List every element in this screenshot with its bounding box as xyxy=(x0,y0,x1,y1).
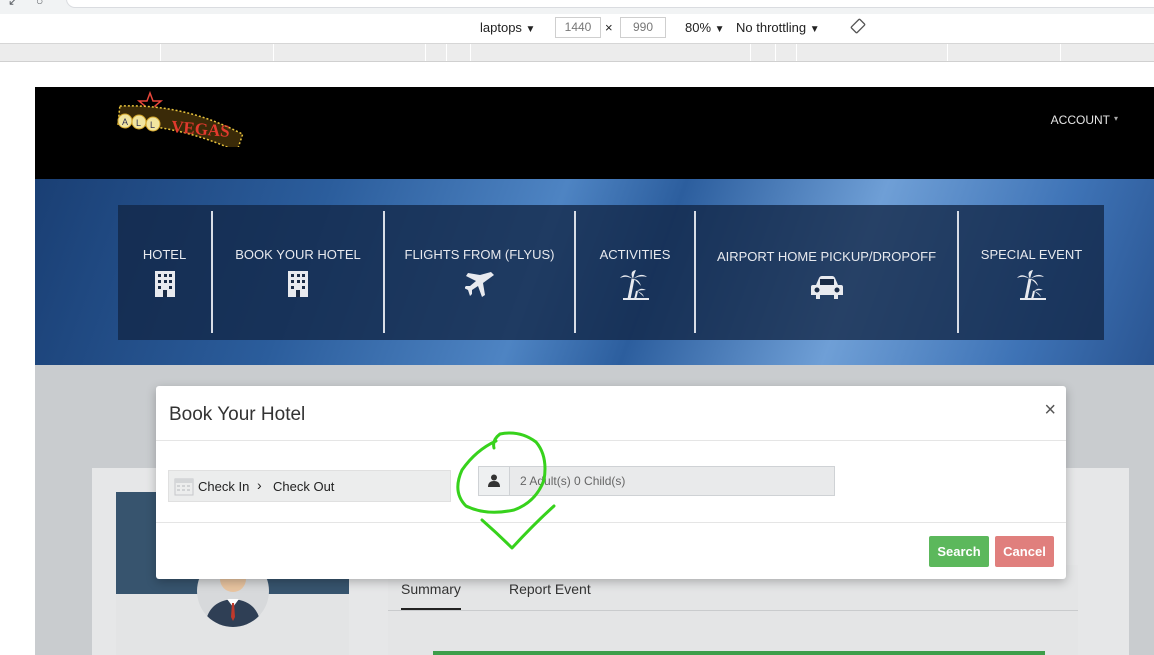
plane-icon xyxy=(463,269,495,302)
date-range-picker[interactable]: Check In › Check Out xyxy=(168,470,451,502)
nav-label: ACTIVITIES xyxy=(599,247,671,262)
user-icon xyxy=(479,467,510,495)
throttling-select[interactable]: No throttling ▼ xyxy=(736,20,820,35)
active-tab-indicator xyxy=(401,608,461,610)
modal-title: Book Your Hotel xyxy=(169,404,306,425)
browser-url-strip: ↙ ○ xyxy=(0,0,1154,14)
green-status-bar xyxy=(433,651,1045,655)
search-button[interactable]: Search xyxy=(929,536,989,567)
device-toolbar: laptops ▼ 1440 × 990 80% ▼ No throttling… xyxy=(0,14,1154,44)
nav-label: SPECIAL EVENT xyxy=(980,247,1083,262)
media-query-ruler xyxy=(0,44,1154,62)
nav-label: HOTEL xyxy=(142,247,187,262)
nav-flights[interactable]: FLIGHTS FROM (FLYUS) xyxy=(385,211,574,333)
guests-input-group xyxy=(478,466,835,496)
reload-icon[interactable]: ○ xyxy=(36,0,43,8)
check-out-label: Check Out xyxy=(273,479,335,494)
calendar-icon xyxy=(174,476,194,499)
nav-special-event[interactable]: SPECIAL EVENT xyxy=(959,211,1104,333)
car-icon xyxy=(810,275,844,304)
modal-footer-divider xyxy=(156,522,1066,523)
device-select[interactable]: laptops ▼ xyxy=(480,20,535,35)
account-menu[interactable]: ACCOUNT xyxy=(1051,113,1110,127)
tab-summary[interactable]: Summary xyxy=(401,581,461,597)
times-sign: × xyxy=(605,20,613,35)
modal-header-divider xyxy=(156,440,1066,441)
svg-text:A: A xyxy=(122,117,128,127)
hero-banner: HOTEL BOOK YOUR HOTEL FLIGHTS FROM (FLYU… xyxy=(35,179,1154,365)
nav-airport-pickup[interactable]: AIRPORT HOME PICKUP/DROPOFF xyxy=(696,211,957,333)
palm-tree-icon xyxy=(619,269,651,304)
nav-hotel[interactable]: HOTEL xyxy=(118,211,211,333)
check-in-label: Check In xyxy=(198,479,250,494)
close-icon[interactable]: × xyxy=(1044,400,1056,420)
site-header: A L L VEGAS ACCOUNT ▾ xyxy=(35,87,1154,179)
guests-field[interactable] xyxy=(511,467,834,495)
chevron-right-icon: › xyxy=(257,477,262,493)
account-caret-icon: ▾ xyxy=(1113,114,1118,123)
building-icon xyxy=(287,269,309,300)
svg-text:VEGAS: VEGAS xyxy=(170,117,230,141)
palm-tree-icon xyxy=(1016,269,1048,304)
svg-text:L: L xyxy=(136,118,141,128)
width-input[interactable]: 1440 xyxy=(555,17,601,38)
svg-text:L: L xyxy=(150,120,155,130)
all-vegas-logo[interactable]: A L L VEGAS xyxy=(115,90,245,153)
cancel-button[interactable]: Cancel xyxy=(995,536,1054,567)
nav-activities[interactable]: ACTIVITIES xyxy=(576,211,694,333)
nav-label: BOOK YOUR HOTEL xyxy=(235,247,361,262)
back-icon[interactable]: ↙ xyxy=(8,0,18,8)
tab-report-event[interactable]: Report Event xyxy=(509,581,591,597)
nav-label: FLIGHTS FROM (FLYUS) xyxy=(404,247,555,262)
building-icon xyxy=(154,269,176,300)
height-input[interactable]: 990 xyxy=(620,17,666,38)
main-nav: HOTEL BOOK YOUR HOTEL FLIGHTS FROM (FLYU… xyxy=(118,205,1104,340)
address-bar[interactable] xyxy=(66,0,1154,8)
nav-book-your-hotel[interactable]: BOOK YOUR HOTEL xyxy=(213,211,383,333)
book-hotel-modal: Book Your Hotel × Check In › Check Out S… xyxy=(156,386,1066,579)
nav-label: AIRPORT HOME PICKUP/DROPOFF xyxy=(716,249,937,264)
rotate-icon[interactable] xyxy=(850,18,866,37)
tabs-divider xyxy=(388,610,1078,611)
zoom-select[interactable]: 80% ▼ xyxy=(685,20,725,35)
